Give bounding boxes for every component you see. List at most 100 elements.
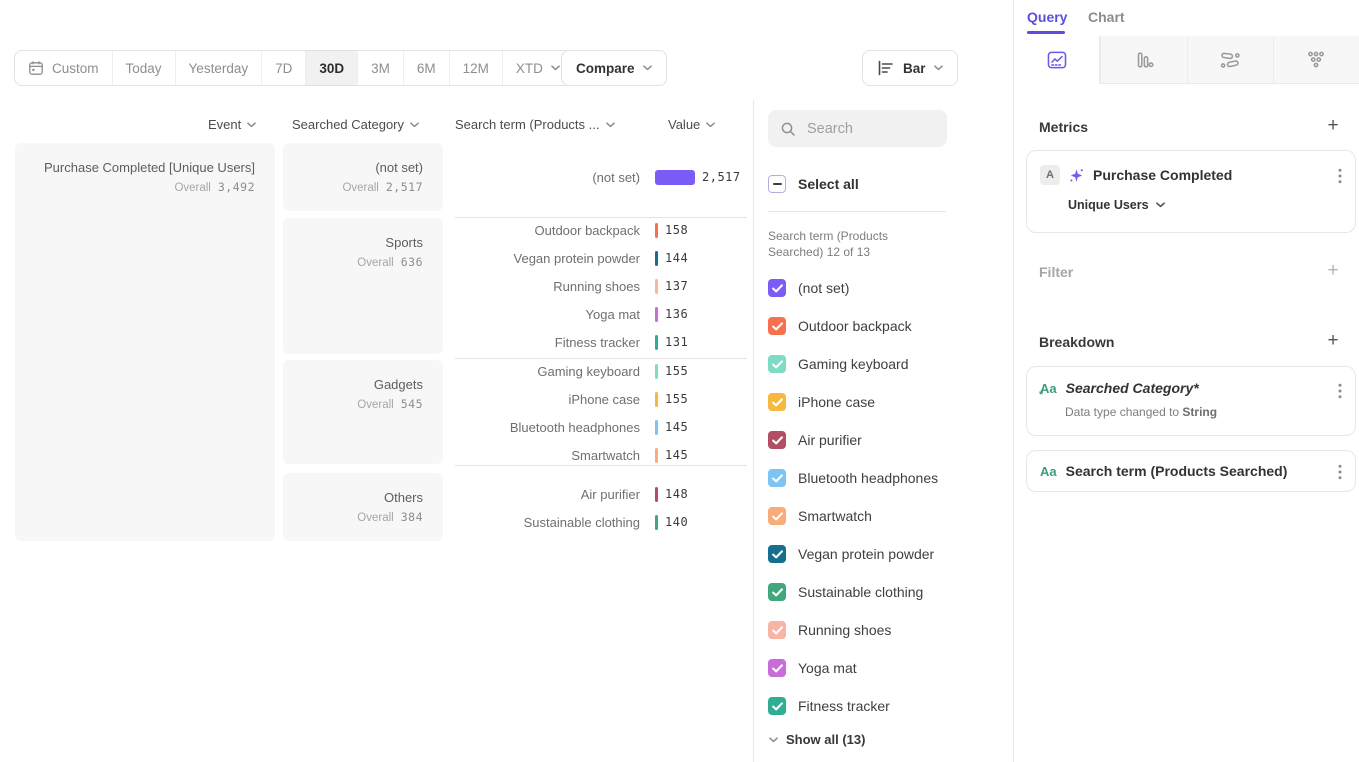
category-cell[interactable]: GadgetsOverall545 [283,360,443,464]
category-overall: Overall 2,517 [283,180,423,194]
value-bar[interactable] [655,223,658,238]
value-bar[interactable] [655,364,658,379]
checkbox-icon [768,659,786,677]
category-cell[interactable]: (not set) Overall 2,517 [283,143,443,211]
date-range-6m[interactable]: 6M [404,51,450,85]
breakdown-card[interactable]: Aa Search term (Products Searched) [1026,450,1356,492]
category-name: Sports [283,235,423,250]
date-range-label: 12M [463,61,489,76]
tab-chart-label: Chart [1088,9,1125,25]
divider [768,211,946,212]
date-range-custom[interactable]: Custom [15,51,113,85]
overall-value: 3,492 [218,180,255,194]
select-all-checkbox[interactable]: Select all [768,175,859,193]
date-range-12m[interactable]: 12M [450,51,503,85]
series-checkbox-sustainable-clothing[interactable]: Sustainable clothing [768,573,923,611]
chevron-down-icon [934,65,943,71]
string-property-icon: Aa* [1040,381,1057,396]
value-bar[interactable] [655,251,658,266]
category-cell[interactable]: SportsOverall636 [283,218,443,354]
table-row: Fitness tracker131 [455,328,751,356]
show-all-toggle[interactable]: Show all (13) [769,732,865,747]
tab-chart[interactable]: Chart [1088,9,1125,25]
column-header-value[interactable]: Value [668,117,715,132]
date-range-7d[interactable]: 7D [262,51,306,85]
chevron-down-icon [551,65,560,71]
value-bar[interactable] [655,307,658,322]
term-label: Bluetooth headphones [455,420,640,435]
date-range-label: 30D [319,61,344,76]
term-label: Sustainable clothing [455,515,640,530]
series-checkbox-gaming-keyboard[interactable]: Gaming keyboard [768,345,909,383]
kebab-menu-icon[interactable] [1338,383,1342,399]
kebab-menu-icon[interactable] [1338,464,1342,480]
date-range-today[interactable]: Today [113,51,176,85]
date-range-label: XTD [516,61,543,76]
series-checkbox-bluetooth-headphones[interactable]: Bluetooth headphones [768,459,938,497]
column-header-event[interactable]: Event [208,117,256,132]
add-breakdown-icon[interactable]: + [1324,332,1342,350]
series-label: Air purifier [798,432,862,448]
report-tab-insights[interactable] [1014,36,1100,84]
tab-query[interactable]: Query [1027,9,1067,25]
date-range-selector: Custom Today Yesterday7D 30D 3M 6M 12M XTD [14,50,574,86]
category-cell[interactable]: OthersOverall384 [283,473,443,541]
date-range-3m[interactable]: 3M [358,51,404,85]
overall-label: Overall [174,182,210,194]
date-range-yesterday[interactable]: Yesterday [176,51,263,85]
column-header-search-term[interactable]: Search term (Products ... [455,117,615,132]
series-label: Yoga mat [798,660,857,676]
kebab-menu-icon[interactable] [1338,168,1342,184]
term-value: 148 [665,487,688,501]
value-bar[interactable] [655,420,658,435]
event-cell[interactable]: Purchase Completed [Unique Users] Overal… [15,143,275,541]
series-checkbox-fitness-tracker[interactable]: Fitness tracker [768,687,890,725]
series-label: Smartwatch [798,508,872,524]
series-checkbox--not-set-[interactable]: (not set) [768,269,849,307]
date-range-label: Custom [52,61,99,76]
chart-style-dropdown[interactable]: Bar [862,50,958,86]
series-checkbox-outdoor-backpack[interactable]: Outdoor backpack [768,307,912,345]
date-range-label: 3M [371,61,390,76]
overall-label: Overall [357,512,393,524]
value-bar[interactable] [655,392,658,407]
report-tab-bar-chart[interactable] [1100,36,1186,84]
aggregation-dropdown[interactable]: Unique Users [1068,198,1342,212]
overall-label: Overall [342,182,378,194]
report-tab-flow[interactable] [1187,36,1273,84]
series-label: iPhone case [798,394,875,410]
date-range-label: Today [126,61,162,76]
checkbox-icon [768,507,786,525]
add-metric-icon[interactable]: + [1324,117,1342,135]
overall-value: 2,517 [386,180,423,194]
series-checkbox-vegan-protein-powder[interactable]: Vegan protein powder [768,535,934,573]
add-filter-icon[interactable]: + [1324,262,1342,280]
select-all-label: Select all [798,176,859,192]
series-checkbox-smartwatch[interactable]: Smartwatch [768,497,872,535]
table-row: Yoga mat136 [455,300,751,328]
group-divider [455,217,747,218]
search-field[interactable] [805,120,937,138]
breakdown-card[interactable]: Aa* Searched Category* Data type changed… [1026,366,1356,436]
series-checkbox-air-purifier[interactable]: Air purifier [768,421,862,459]
value-bar[interactable] [655,515,658,530]
category-name: Others [283,490,423,505]
value-bar[interactable] [655,170,695,185]
search-input[interactable] [768,110,947,147]
value-bar[interactable] [655,279,658,294]
series-checkbox-iphone-case[interactable]: iPhone case [768,383,875,421]
value-bar[interactable] [655,448,658,463]
report-tab-retention[interactable] [1273,36,1359,84]
metric-card[interactable]: A Purchase Completed Unique Users [1026,150,1356,233]
compare-button[interactable]: Compare [561,50,667,86]
column-header-searched-category[interactable]: Searched Category [292,117,419,132]
category-name: (not set) [283,160,423,175]
value-bar[interactable] [655,335,658,350]
value-bar[interactable] [655,487,658,502]
series-checkbox-running-shoes[interactable]: Running shoes [768,611,891,649]
date-range-30d[interactable]: 30D [306,51,358,85]
series-checkbox-yoga-mat[interactable]: Yoga mat [768,649,857,687]
aggregation-label: Unique Users [1068,198,1149,212]
overall-value: 545 [401,397,423,411]
overall-label: Overall [357,257,393,269]
